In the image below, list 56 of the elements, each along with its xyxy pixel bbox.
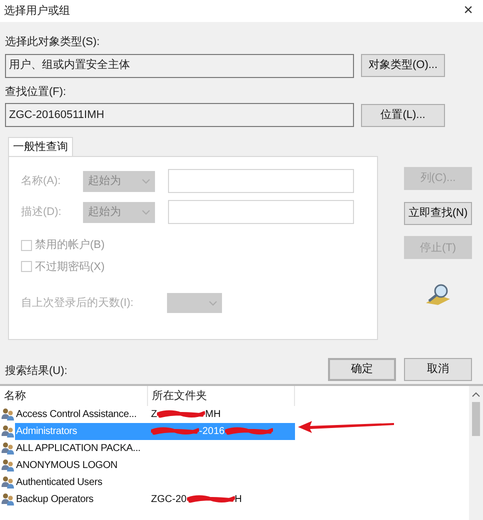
caret-icon bbox=[209, 300, 217, 306]
scroll-thumb[interactable] bbox=[472, 402, 480, 436]
result-row[interactable]: Backup Operators ZGC-20 H bbox=[15, 490, 295, 508]
checkbox-label: 禁用的帐户(B) bbox=[35, 238, 105, 253]
redaction-scribble bbox=[224, 426, 273, 436]
caret-icon bbox=[142, 178, 150, 184]
field-label: 名称(A): bbox=[21, 174, 62, 189]
result-row[interactable]: Access Control Assistance... Z MH bbox=[15, 406, 295, 423]
folder-text: ZGC-20 bbox=[151, 492, 187, 507]
redaction-scribble bbox=[151, 426, 199, 436]
readonly-field[interactable]: ZGC-20160511IMH bbox=[5, 103, 354, 127]
result-name: ALL APPLICATION PACKA... bbox=[15, 442, 142, 456]
scrollbar[interactable] bbox=[469, 386, 483, 520]
dialog-button[interactable]: 确定 bbox=[328, 358, 396, 381]
checkbox-label: 不过期密码(X) bbox=[35, 260, 105, 274]
dialog-button[interactable]: 取消 bbox=[404, 358, 472, 381]
field-button[interactable]: 对象类型(O)... bbox=[361, 54, 445, 77]
field-label: 描述(D): bbox=[21, 204, 62, 220]
result-row[interactable]: ALL APPLICATION PACKA... bbox=[15, 440, 295, 457]
search-magnifier-icon bbox=[424, 283, 452, 306]
scroll-up-icon bbox=[472, 392, 480, 397]
results-label: 搜索结果(U): bbox=[5, 364, 68, 380]
folder-text: MH bbox=[205, 408, 221, 422]
users-icon bbox=[1, 458, 15, 472]
column-header[interactable]: 所在文件夹 bbox=[148, 386, 295, 406]
caret-icon bbox=[142, 210, 150, 214]
result-name: ANONYMOUS LOGON bbox=[15, 458, 118, 473]
redaction-scribble bbox=[157, 409, 206, 420]
text-field[interactable] bbox=[168, 200, 354, 224]
result-row[interactable]: Authenticated Users bbox=[15, 474, 295, 491]
users-icon bbox=[1, 407, 15, 422]
field-button[interactable]: 位置(L)... bbox=[361, 104, 445, 126]
result-row[interactable]: ANONYMOUS LOGON bbox=[15, 456, 295, 474]
users-icon bbox=[1, 492, 15, 506]
result-name: Administrators bbox=[15, 424, 78, 439]
folder-text: Z bbox=[151, 408, 158, 422]
users-icon bbox=[1, 441, 15, 456]
field-label: 查找位置(F): bbox=[5, 84, 68, 100]
result-name: Access Control Assistance... bbox=[15, 408, 138, 422]
users-icon bbox=[1, 475, 15, 490]
result-name: Authenticated Users bbox=[15, 476, 104, 490]
close-button[interactable]: × bbox=[464, 3, 473, 19]
field-label: 自上次登录后的天数(I): bbox=[21, 296, 134, 311]
text-field[interactable] bbox=[168, 169, 354, 193]
days-dropdown[interactable] bbox=[167, 293, 222, 313]
side-button[interactable]: 立即查找(N) bbox=[404, 202, 472, 224]
column-header[interactable]: 名称 bbox=[0, 386, 148, 406]
users-icon bbox=[1, 424, 15, 438]
folder-text: -2016 bbox=[199, 424, 225, 439]
tab[interactable]: 一般性查询 bbox=[8, 137, 73, 156]
folder-text: H bbox=[234, 492, 242, 507]
window-title: 选择用户或组 bbox=[4, 4, 70, 19]
redaction-scribble bbox=[186, 494, 235, 504]
readonly-field[interactable]: 用户、组或内置安全主体 bbox=[5, 54, 354, 78]
field-label: 选择此对象类型(S): bbox=[5, 35, 101, 50]
result-name: Backup Operators bbox=[15, 492, 94, 507]
